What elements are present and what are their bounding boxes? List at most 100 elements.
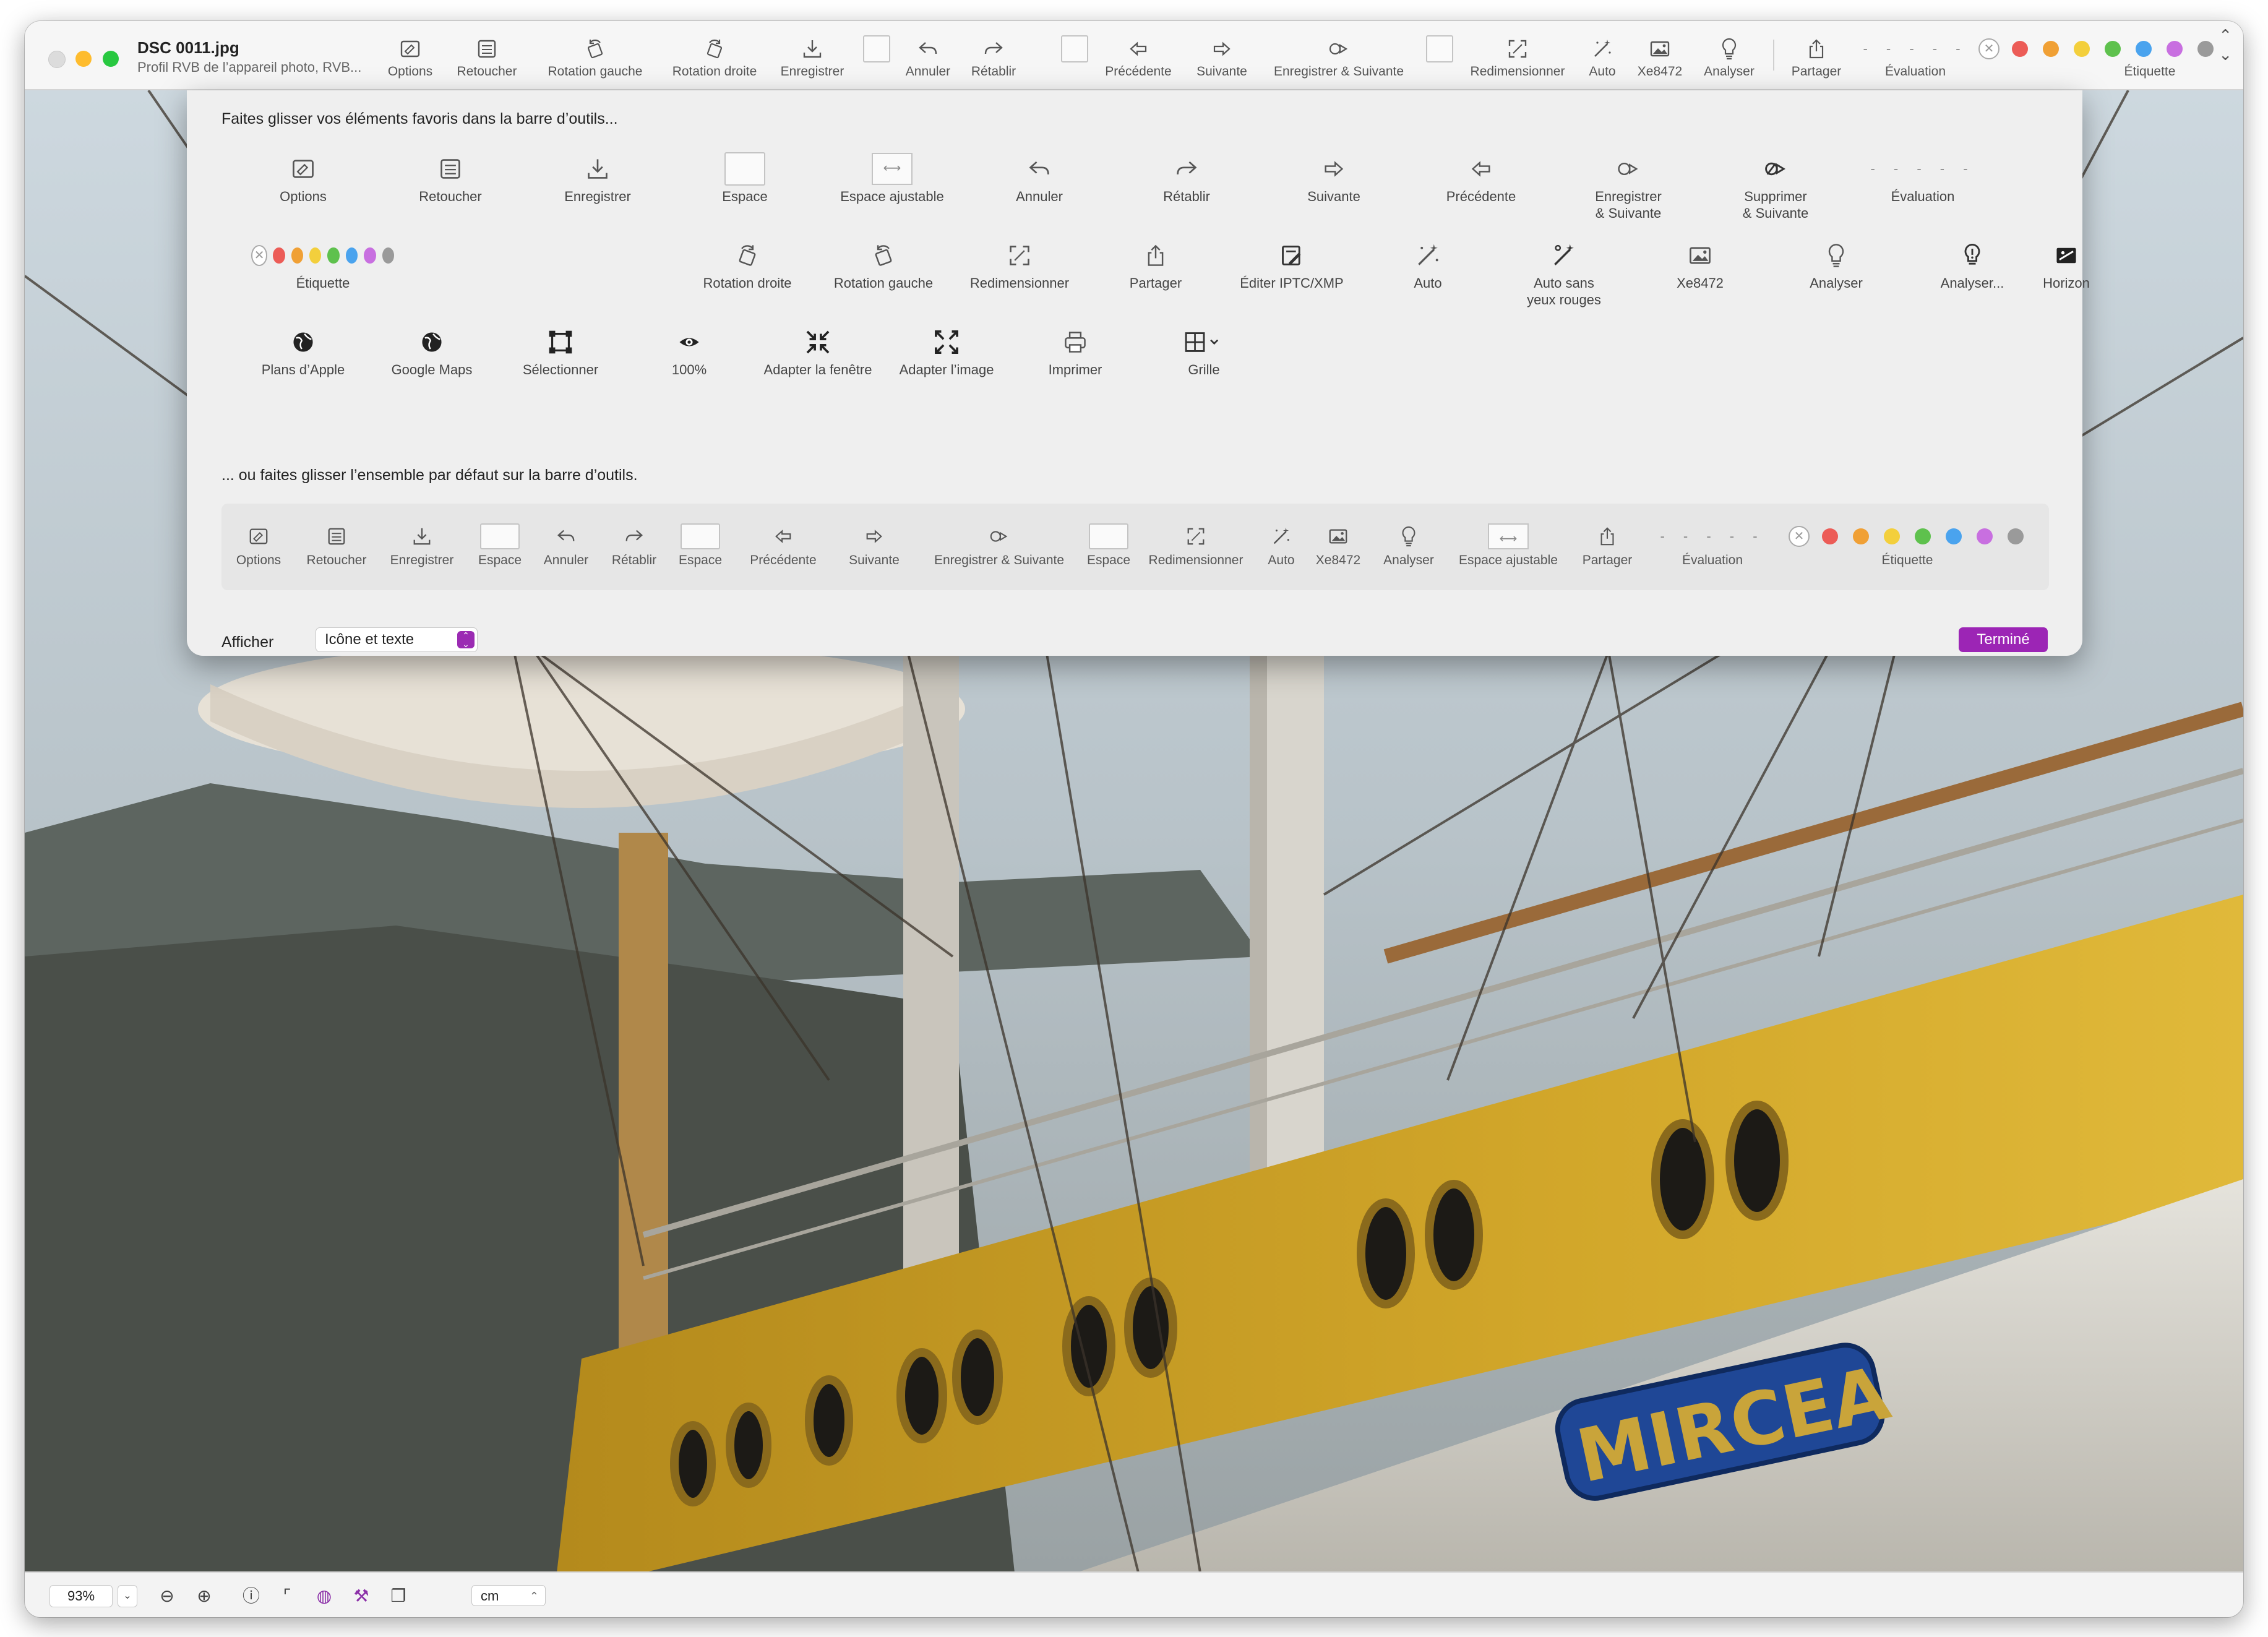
label-dot-yellow[interactable] [2074,41,2090,57]
done-button[interactable]: Terminé [1959,627,2048,652]
toolbar-save-button[interactable]: Enregistrer [772,33,853,87]
toolbar-space [861,33,892,87]
palette-item-horizon[interactable]: Horizon [2029,239,2103,291]
label-dot-orange [291,247,304,264]
toolbar-save-next-button[interactable]: Enregistrer & Suivante [1265,33,1413,87]
palette-item-rating[interactable]: - - - - - Évaluation [1861,152,1985,205]
palette-item-resize[interactable]: Redimensionner [958,239,1081,291]
label-dot-purple[interactable] [2167,41,2183,57]
palette-item-rotate-right[interactable]: Rotation droite [685,239,809,291]
toolbar-analyze-button[interactable]: Analyser [1695,33,1763,87]
palette-item-100-percent[interactable]: 100% [627,325,751,378]
color-wheel-icon[interactable]: ◍ [312,1584,337,1609]
popup-arrows-icon: ⌃ ⌄ [457,631,475,648]
palette-item-fit-image[interactable]: Adapter l’image [885,325,1008,378]
close-window-button[interactable] [48,51,66,68]
ruler-icon[interactable]: ⌜ [275,1584,299,1609]
label-dot-blue[interactable] [2136,41,2152,57]
minimize-window-button[interactable] [75,51,92,67]
palette-item-analyze[interactable]: Analyser [1774,239,1898,291]
default-label: Partager [1582,553,1633,567]
palette-item-apple-maps[interactable]: Plans d’Apple [241,325,365,378]
palette-item-analyze-more[interactable]: Analyser... [1910,239,2034,291]
toolbar-rotate-left-button[interactable]: Rotation gauche [539,33,651,87]
palette-label: Analyser [1810,275,1863,291]
palette-item-redo[interactable]: Rétablir [1125,152,1248,205]
label-dot-green[interactable] [2105,41,2121,57]
space-icon [724,152,765,186]
toolbar-redo-button[interactable]: Rétablir [964,33,1023,87]
palette-item-edit-metadata[interactable]: Éditer IPTC/XMP [1230,239,1354,291]
palette-item-save[interactable]: Enregistrer [536,152,659,205]
redo-icon [606,522,662,551]
options-icon [241,152,365,186]
toolbar-next-button[interactable]: Suivante [1188,33,1256,87]
toolbar-label-control[interactable]: Étiquette [1974,33,2221,87]
palette-item-grid[interactable]: Grille [1142,325,1266,378]
toolbar-label: Xe8472 [1637,64,1683,79]
palette-item-select[interactable]: Sélectionner [499,325,622,378]
toolbar-undo-button[interactable]: Annuler [897,33,959,87]
palette-label: Annuler [1016,189,1063,204]
share-icon [1094,239,1218,272]
zoom-out-icon[interactable]: ⊖ [155,1584,179,1609]
palette-item-auto-no-redeye[interactable]: Auto sans yeux rouges [1502,239,1626,308]
palette-label: Éditer IPTC/XMP [1240,275,1344,291]
unit-select[interactable]: cm [471,1585,546,1607]
info-icon[interactable]: ⓘ [239,1584,264,1609]
palette-item-print[interactable]: Imprimer [1013,325,1137,378]
palette-item-save-next[interactable]: Enregistrer & Suivante [1566,152,1690,221]
app-window: DSC 0011.jpg Profil RVB de l’appareil ph… [25,21,2243,1617]
palette-item-rotate-left[interactable]: Rotation gauche [822,239,945,291]
copy-icon[interactable]: ❐ [386,1584,411,1609]
palette-item-auto[interactable]: Auto [1366,239,1490,291]
palette-item-undo[interactable]: Annuler [977,152,1101,205]
toolbar-share-button[interactable]: Partager [1785,33,1847,87]
default-label: Espace ajustable [1459,553,1558,567]
space-icon [480,523,520,549]
default-toolbar-set[interactable]: Options Retoucher Enregistrer Espace Ann… [221,504,2049,590]
palette-item-xe8472[interactable]: Xe8472 [1638,239,1762,291]
palette-item-label[interactable]: Étiquette [249,239,397,291]
palette-label: Sélectionner [522,362,599,377]
palette-item-delete-next[interactable]: Supprimer & Suivante [1714,152,1837,221]
zoom-field[interactable]: 93% [49,1585,113,1607]
toolbar-previous-button[interactable]: Précédente [1095,33,1182,87]
zoom-window-button[interactable] [103,51,119,67]
default-item-flexible-space: Espace ajustable [1453,522,1564,568]
palette-item-space[interactable]: Espace [683,152,807,205]
toolbar-options-button[interactable]: Options [382,33,438,87]
toolbar-rating-control[interactable]: - - - - - Évaluation [1860,33,1971,87]
space-icon [1426,35,1453,62]
toolbar-auto-button[interactable]: Auto [1579,33,1626,87]
toolbar-retouch-button[interactable]: Retoucher [453,33,521,87]
palette-item-previous[interactable]: Précédente [1419,152,1543,205]
toolbar-overflow-chevron-icon[interactable]: ⌃ ⌄ [2219,26,2232,64]
zoom-menu-chevron-icon[interactable]: ⌄ [118,1585,137,1607]
no-label-dot[interactable] [1978,38,2000,59]
label-dot-gray[interactable] [2197,41,2214,57]
label-dot-purple [1977,528,1993,544]
label-dot-red[interactable] [2012,41,2028,57]
toolbar-rotate-right-button[interactable]: Rotation droite [662,33,767,87]
toolbar-label: Annuler [905,64,951,79]
palette-item-retouch[interactable]: Retoucher [389,152,512,205]
palette-item-options[interactable]: Options [241,152,365,205]
palette-item-fit-window[interactable]: Adapter la fenêtre [756,325,880,378]
toolbar-xe8472-button[interactable]: Xe8472 [1632,33,1688,87]
image-icon [1632,33,1688,64]
label-dot-orange[interactable] [2043,41,2059,57]
wrench-icon[interactable]: ⚒ [349,1584,374,1609]
palette-item-flexible-space[interactable]: Espace ajustable [830,152,954,205]
show-mode-select[interactable]: Icône et texte ⌃ ⌄ [316,627,478,652]
zoom-in-icon[interactable]: ⊕ [192,1584,217,1609]
globe-icon [370,325,494,359]
save-next-icon [1566,152,1690,186]
palette-item-google-maps[interactable]: Google Maps [370,325,494,378]
toolbar-label: Rétablir [971,64,1016,79]
palette-label: Suivante [1307,189,1360,204]
toolbar-resize-button[interactable]: Redimensionner [1464,33,1571,87]
palette-item-next[interactable]: Suivante [1272,152,1396,205]
magic-wand-icon [1260,522,1303,551]
palette-item-share[interactable]: Partager [1094,239,1218,291]
